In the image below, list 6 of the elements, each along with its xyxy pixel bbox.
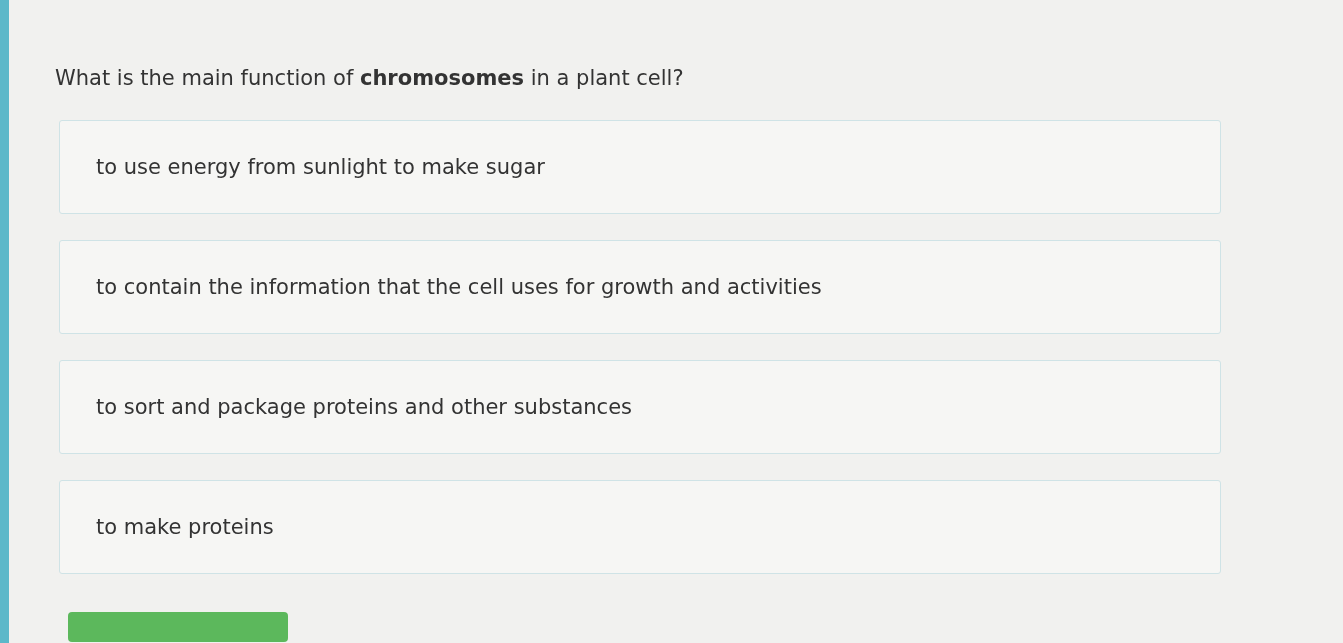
answer-option[interactable]: to sort and package proteins and other substances <box>59 360 1221 454</box>
answer-option[interactable]: to contain the information that the cell uses for growth and activities <box>59 240 1221 334</box>
question-text: What is the main function of chromosomes in a plant cell? <box>55 66 685 90</box>
action-button[interactable] <box>68 612 288 642</box>
answer-option[interactable]: to use energy from sunlight to make sugar <box>59 120 1221 214</box>
answer-option[interactable]: to make proteins <box>59 480 1221 574</box>
